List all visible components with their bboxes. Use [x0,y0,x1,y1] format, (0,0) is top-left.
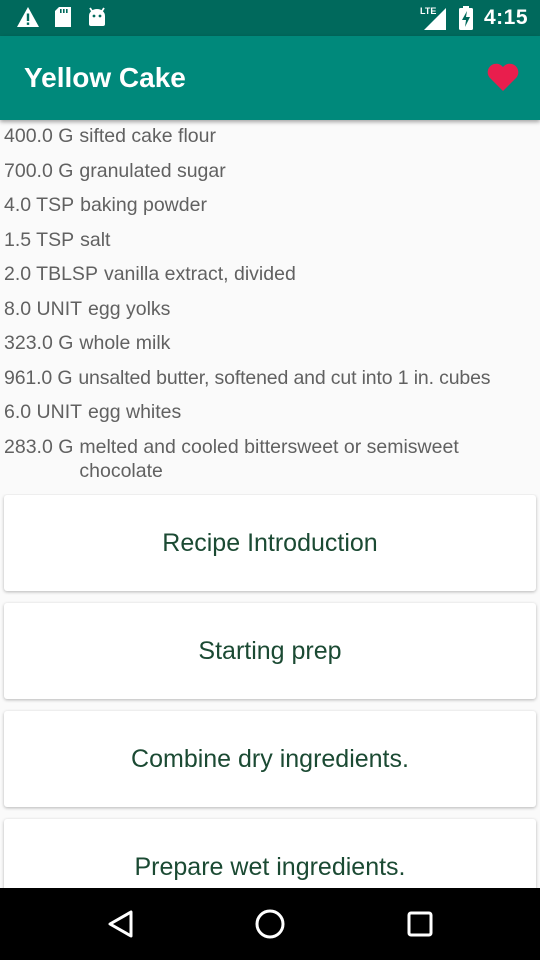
ingredient-quantity: 400.0 G [4,125,74,147]
ingredient-name: vanilla extract, divided [103,263,296,285]
ingredients-list: 400.0 G sifted cake flour 700.0 G granul… [0,120,540,493]
ingredient-row: 1.5 TSP salt [0,228,540,252]
sd-card-icon [55,7,71,27]
navigation-bar [0,888,540,960]
ingredient-name: granulated sugar [79,159,226,182]
ingredient-name: egg yolks [88,297,171,320]
status-system: LTE 4:15 [418,5,528,31]
ingredient-row: 2.0 TBLSP vanilla extract, divided [0,262,540,286]
favorite-button[interactable] [486,62,522,96]
signal-icon: LTE [420,6,446,30]
back-icon [108,910,133,938]
warning-icon [17,7,39,27]
recents-button[interactable] [402,906,438,942]
ingredient-name: salt [80,228,111,251]
step-card-prepare-wet[interactable]: Prepare wet ingredients. [4,819,536,888]
status-notifications [16,6,108,28]
home-button[interactable] [252,906,288,942]
ingredient-row: 8.0 UNIT egg yolks [0,297,540,321]
ingredient-name: unsalted butter, softened and cut into 1… [78,366,491,389]
app-bar: Yellow Cake [0,36,540,120]
step-card-starting-prep[interactable]: Starting prep [4,603,536,699]
ingredient-quantity: 961.0 G [4,366,73,389]
ingredient-quantity: 1.5 TSP [4,228,75,251]
home-icon [255,909,285,939]
ingredient-name: melted and cooled bittersweet or semiswe… [79,435,459,482]
ingredient-name: whole milk [79,332,171,354]
step-card-combine-dry[interactable]: Combine dry ingredients. [4,711,536,807]
ingredient-quantity: 283.0 G [4,435,74,458]
ingredient-row: 400.0 G sifted cake flour [0,124,540,148]
status-time: 4:15 [483,6,528,29]
ingredient-row: 6.0 UNIT egg whites [0,400,540,424]
ingredient-name: sifted cake flour [79,125,216,147]
ingredient-name: egg whites [88,401,182,423]
page-title: Yellow Cake [24,62,186,93]
recents-icon [407,911,433,937]
android-icon [89,7,105,26]
ingredient-row: 961.0 G unsalted butter, softened and cu… [0,366,540,390]
back-button[interactable] [102,906,138,942]
ingredient-quantity: 700.0 G [4,159,74,182]
ingredient-quantity: 2.0 TBLSP [4,263,98,285]
ingredient-row: 323.0 G whole milk [0,331,540,355]
step-card-label: Starting prep [198,636,342,665]
step-card-label: Recipe Introduction [162,528,378,557]
ingredient-name: baking powder [80,194,207,216]
ingredient-row: 283.0 G melted and cooled bittersweet or… [0,435,540,483]
ingredient-row: 4.0 TSP baking powder [0,193,540,217]
ingredient-quantity: 323.0 G [4,332,74,354]
recipe-steps-list[interactable]: Recipe Introduction Starting prep Combin… [0,494,540,888]
ingredient-row: 700.0 G granulated sugar [0,159,540,183]
ingredient-quantity: 4.0 TSP [4,194,75,216]
ingredient-quantity: 6.0 UNIT [4,401,83,423]
step-card-label: Combine dry ingredients. [131,744,409,773]
ingredient-quantity: 8.0 UNIT [4,297,83,320]
step-card-label: Prepare wet ingredients. [134,852,406,881]
step-card-recipe-introduction[interactable]: Recipe Introduction [4,495,536,591]
battery-charging-icon [458,6,473,30]
status-bar: LTE 4:15 [0,0,540,36]
svg-text:LTE: LTE [420,6,436,16]
heart-icon [487,63,519,91]
